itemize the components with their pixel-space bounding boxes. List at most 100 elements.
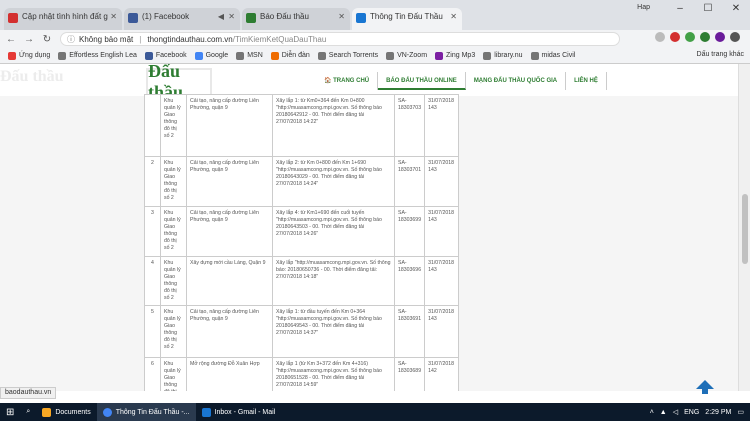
bookmark-favicon-icon — [58, 51, 67, 60]
bookmark-favicon-icon — [144, 51, 153, 60]
cell-owner: Khu quản lý Giao thông đô thị số 2 — [160, 94, 187, 157]
close-icon[interactable]: ✕ — [228, 12, 235, 21]
scroll-top-icon[interactable] — [696, 380, 714, 394]
divider: | — [139, 34, 142, 44]
taskbar-label: Documents — [55, 408, 91, 416]
back-icon[interactable]: ← — [4, 34, 18, 45]
other-bookmarks[interactable]: Dấu trang khác — [697, 51, 744, 58]
cell-code: SA-18303703 — [393, 94, 426, 157]
cell-name: Mở rộng đường Đỗ Xuân Hợp — [186, 357, 273, 391]
extension-icon[interactable] — [685, 32, 695, 42]
security-label: Không bảo mật — [79, 34, 134, 44]
bookmark-favicon-icon — [483, 51, 492, 60]
close-icon[interactable]: ✕ — [450, 12, 457, 21]
cell-desc: Xây lắp 2: từ Km 0+800 đến Km 1+690 "htt… — [272, 156, 395, 207]
nav-mangdauthau[interactable]: MẠNG ĐẤU THẦU QUỐC GIA — [466, 72, 567, 90]
bookmark-item[interactable]: library.nu — [483, 51, 523, 60]
nav-home[interactable]: 🏠 TRANG CHỦ — [316, 72, 379, 90]
cell-desc: Xây lắp 1 (từ Km 3+372 đến Km 4+316) "ht… — [272, 357, 395, 391]
bookmark-label: Google — [205, 52, 229, 59]
taskbar-chrome[interactable]: Thông Tin Đấu Thầu -... — [96, 403, 196, 421]
bookmark-item[interactable]: midas Civil — [530, 51, 575, 60]
taskbar-documents[interactable]: Documents — [36, 403, 96, 421]
cell-name: Cải tạo, nâng cấp đường Liên Phường, quậ… — [186, 305, 273, 358]
cell-date: 31/07/2018 143 — [424, 305, 460, 358]
volume-icon[interactable]: ◁ — [673, 408, 678, 416]
bookmark-item[interactable]: Diễn đàn — [270, 51, 310, 60]
notification-icon[interactable]: ▭ — [737, 408, 744, 416]
site-logo[interactable]: Đấu thầu — [146, 64, 212, 102]
forward-icon[interactable]: → — [22, 34, 36, 45]
adblock-icon[interactable] — [670, 32, 680, 42]
table-row: 3 Khu quản lý Giao thông đô thị số 2 Cải t… — [144, 206, 460, 257]
status-url: baodauthau.vn — [0, 387, 57, 399]
bookmark-label: Effortless English Lea — [69, 52, 137, 59]
windows-taskbar: ⊞ ⌕ Documents Thông Tin Đấu Thầu -... In… — [0, 403, 750, 421]
tab-thongtindauthau[interactable]: Thông Tin Đấu Thầu ✕ — [352, 8, 462, 30]
star-icon[interactable] — [655, 32, 665, 42]
bookmark-item[interactable]: Zing Mp3 — [435, 51, 476, 60]
system-tray: ˄ ▲ ◁ ENG 2:29 PM ▭ — [650, 403, 744, 421]
bookmark-item[interactable]: Facebook — [144, 51, 187, 60]
chevron-up-icon[interactable]: ˄ — [650, 409, 654, 416]
tab-facebook[interactable]: (1) Facebook ◀ ✕ — [124, 8, 240, 30]
cell-stt: 5 — [144, 305, 161, 358]
table-row: Khu quản lý Giao thông đô thị số 2 Cải tạ… — [144, 94, 460, 157]
maximize-icon[interactable]: ☐ — [694, 0, 722, 18]
info-icon[interactable]: ⓘ — [67, 34, 75, 45]
bookmark-label: Zing Mp3 — [446, 52, 476, 59]
chrome-icon — [102, 407, 112, 417]
cell-owner: Khu quản lý Giao thông đô thị số 2 — [160, 256, 187, 306]
scroll-thumb[interactable] — [742, 194, 748, 264]
close-icon[interactable]: ✕ — [338, 12, 345, 21]
tab-baodauthau[interactable]: Báo Đấu thầu ✕ — [242, 8, 350, 30]
results-table: Khu quản lý Giao thông đô thị số 2 Cải tạ… — [144, 94, 460, 391]
bookmark-item[interactable]: MSN — [236, 51, 263, 60]
profile-tag[interactable]: Hap — [637, 4, 650, 11]
extension-icon[interactable] — [715, 32, 725, 42]
page-scrollbar[interactable] — [738, 64, 750, 391]
clock[interactable]: 2:29 PM — [705, 409, 731, 416]
web-page: Đấu thầu Đấu thầu 🏠 TRANG CHỦ BÁO ĐẤU TH… — [0, 64, 738, 391]
reload-icon[interactable]: ↻ — [40, 34, 54, 45]
bookmark-item[interactable]: Google — [194, 51, 229, 60]
nav-baodauthau[interactable]: BÁO ĐẤU THẦU ONLINE — [378, 72, 466, 90]
url-host: thongtindauthau.com.vn — [147, 34, 233, 44]
address-bar[interactable]: ⓘ Không bảo mật | thongtindauthau.com.vn… — [60, 32, 620, 46]
bookmark-favicon-icon — [386, 51, 395, 60]
bookmark-label: Facebook — [155, 52, 187, 59]
extension-icon[interactable] — [700, 32, 710, 42]
bookmark-item[interactable]: Ứng dụng — [8, 51, 50, 60]
cell-stt: 6 — [144, 357, 161, 391]
bookmark-favicon-icon — [236, 51, 245, 60]
browser-toolbar: ← → ↻ ⓘ Không bảo mật | thongtindauthau.… — [0, 30, 750, 48]
bookmark-favicon-icon — [194, 51, 203, 60]
taskbar-label: Inbox - Gmail - Mail — [214, 408, 276, 416]
search-icon: ⌕ — [26, 408, 31, 415]
taskbar-search[interactable]: ⌕ — [20, 403, 36, 421]
close-window-icon[interactable]: ✕ — [722, 0, 750, 18]
taskbar-mail[interactable]: Inbox - Gmail - Mail — [196, 403, 282, 421]
site-nav: 🏠 TRANG CHỦ BÁO ĐẤU THẦU ONLINE MẠNG ĐẤU… — [316, 72, 607, 90]
minimize-icon[interactable]: – — [666, 0, 694, 18]
cell-desc: Xây lắp 4: từ Km1+690 đến cuối tuyến "ht… — [272, 206, 395, 257]
tab-favicon-icon — [128, 13, 138, 23]
logo-watermark: Đấu thầu — [0, 68, 64, 85]
menu-icon[interactable] — [730, 32, 740, 42]
cell-desc: Xây lắp 1: từ đầu tuyến đến Km 0+364 "ht… — [272, 305, 395, 358]
cell-code: SA-18303689 — [393, 357, 426, 391]
close-icon[interactable]: ✕ — [110, 12, 117, 21]
bookmark-item[interactable]: VN-Zoom — [386, 51, 427, 60]
cell-stt: 3 — [144, 206, 161, 257]
start-button[interactable]: ⊞ — [0, 403, 20, 421]
nav-lienhe[interactable]: LIÊN HỆ — [566, 72, 607, 90]
tab-title: Báo Đấu thầu — [260, 12, 309, 21]
bookmark-favicon-icon — [530, 51, 539, 60]
network-icon[interactable]: ▲ — [660, 409, 667, 416]
cell-code: SA-18303696 — [393, 256, 426, 306]
language-indicator[interactable]: ENG — [684, 409, 699, 416]
tab-favicon-icon — [8, 13, 18, 23]
bookmark-item[interactable]: Effortless English Lea — [58, 51, 137, 60]
bookmark-item[interactable]: Search Torrents — [317, 51, 378, 60]
tab-news[interactable]: Cập nhật tình hình đất g ✕ — [4, 8, 122, 30]
